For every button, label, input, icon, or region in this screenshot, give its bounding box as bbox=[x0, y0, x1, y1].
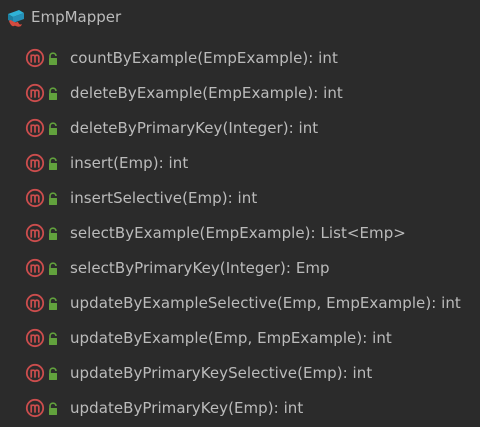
method-label: insertSelective(Emp): int bbox=[70, 188, 258, 207]
tree-root-emp-mapper[interactable]: EmpMapper bbox=[0, 5, 121, 29]
tree-item-method[interactable]: updateByPrimaryKeySelective(Emp): int bbox=[0, 355, 480, 390]
method-label: updateByPrimaryKey(Emp): int bbox=[70, 398, 304, 417]
mapper-interface-icon bbox=[5, 6, 27, 28]
method-label: deleteByPrimaryKey(Integer): int bbox=[70, 118, 319, 137]
method-icon bbox=[25, 328, 45, 348]
method-icon bbox=[25, 223, 45, 243]
method-icon bbox=[25, 398, 45, 418]
structure-tree: EmpMapper countByExample(EmpExample): in… bbox=[0, 0, 480, 427]
tree-item-method[interactable]: insert(Emp): int bbox=[0, 145, 480, 180]
method-icon bbox=[25, 118, 45, 138]
method-label: insert(Emp): int bbox=[70, 153, 189, 172]
tree-item-method[interactable]: updateByExample(Emp, EmpExample): int bbox=[0, 320, 480, 355]
method-icon bbox=[25, 188, 45, 208]
tree-item-method[interactable]: updateByPrimaryKey(Emp): int bbox=[0, 390, 480, 425]
tree-item-method[interactable]: countByExample(EmpExample): int bbox=[0, 40, 480, 75]
lock-icon bbox=[47, 156, 59, 170]
lock-icon bbox=[47, 401, 59, 415]
method-label: selectByPrimaryKey(Integer): Emp bbox=[70, 258, 330, 277]
lock-icon bbox=[47, 86, 59, 100]
method-icon bbox=[25, 83, 45, 103]
tree-item-method[interactable]: updateByExampleSelective(Emp, EmpExample… bbox=[0, 285, 480, 320]
method-label: updateByPrimaryKeySelective(Emp): int bbox=[70, 363, 373, 382]
method-icon bbox=[25, 293, 45, 313]
method-icon bbox=[25, 363, 45, 383]
lock-icon bbox=[47, 191, 59, 205]
method-icon bbox=[25, 48, 45, 68]
method-label: selectByExample(EmpExample): List<Emp> bbox=[70, 223, 406, 242]
lock-icon bbox=[47, 51, 59, 65]
tree-item-method[interactable]: selectByPrimaryKey(Integer): Emp bbox=[0, 250, 480, 285]
method-label: updateByExample(Emp, EmpExample): int bbox=[70, 328, 392, 347]
tree-root-label: EmpMapper bbox=[31, 8, 122, 26]
method-label: countByExample(EmpExample): int bbox=[70, 48, 338, 67]
lock-icon bbox=[47, 226, 59, 240]
method-label: updateByExampleSelective(Emp, EmpExample… bbox=[70, 293, 461, 312]
method-list: countByExample(EmpExample): int deleteBy… bbox=[0, 40, 480, 425]
method-icon bbox=[25, 258, 45, 278]
tree-item-method[interactable]: deleteByPrimaryKey(Integer): int bbox=[0, 110, 480, 145]
tree-item-method[interactable]: insertSelective(Emp): int bbox=[0, 180, 480, 215]
tree-item-method[interactable]: deleteByExample(EmpExample): int bbox=[0, 75, 480, 110]
lock-icon bbox=[47, 331, 59, 345]
tree-item-method[interactable]: selectByExample(EmpExample): List<Emp> bbox=[0, 215, 480, 250]
method-icon bbox=[25, 153, 45, 173]
lock-icon bbox=[47, 366, 59, 380]
lock-icon bbox=[47, 296, 59, 310]
method-label: deleteByExample(EmpExample): int bbox=[70, 83, 343, 102]
lock-icon bbox=[47, 261, 59, 275]
lock-icon bbox=[47, 121, 59, 135]
